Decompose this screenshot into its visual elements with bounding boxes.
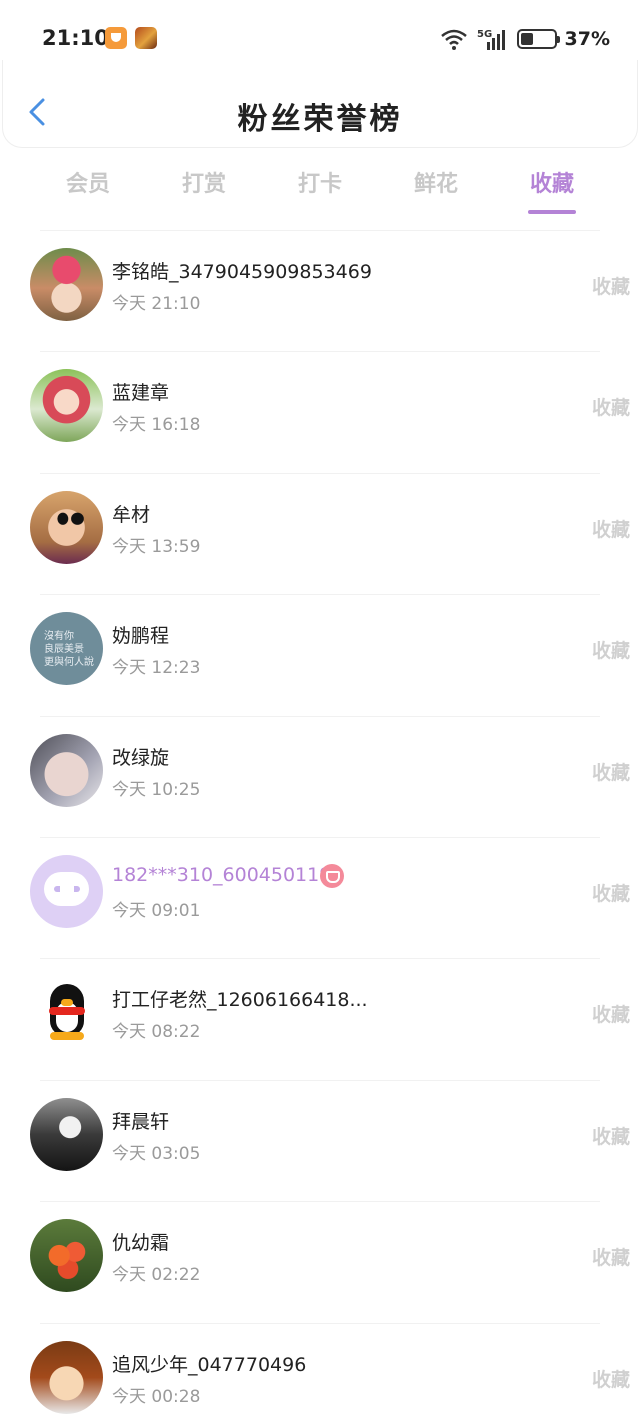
battery-icon bbox=[516, 29, 560, 49]
collect-label: 收藏 bbox=[591, 1247, 630, 1270]
chat-bubble-icon bbox=[54, 885, 80, 892]
list-item[interactable]: 牟材 今天 13:59 收藏 bbox=[30, 472, 630, 594]
vip-diamond-icon bbox=[320, 863, 344, 888]
avatar[interactable] bbox=[30, 248, 103, 321]
fan-date: 今天 08:22 bbox=[112, 1022, 201, 1043]
list-item[interactable]: 打工仔老然_12606166418... 今天 08:22 收藏 bbox=[30, 958, 630, 1079]
avatar[interactable] bbox=[30, 854, 103, 928]
wifi-icon bbox=[439, 27, 469, 51]
collect-label: 收藏 bbox=[591, 518, 630, 541]
collect-label: 收藏 bbox=[591, 640, 630, 663]
fan-date: 今天 02:22 bbox=[112, 1265, 201, 1286]
fan-date: 今天 21:10 bbox=[112, 294, 201, 314]
network-type-label: 5G bbox=[477, 29, 492, 40]
avatar[interactable] bbox=[30, 1097, 103, 1171]
tab-checkin[interactable]: 打卡 bbox=[262, 162, 378, 214]
cellular-signal-icon: 5G bbox=[477, 27, 509, 51]
fan-name: 妫鹏程 bbox=[112, 625, 170, 648]
avatar[interactable] bbox=[30, 733, 103, 807]
avatar[interactable] bbox=[30, 369, 103, 443]
fan-name: 蓝建章 bbox=[112, 382, 170, 405]
fan-date: 今天 09:01 bbox=[112, 900, 201, 921]
game-app-icon bbox=[135, 27, 157, 49]
avatar[interactable] bbox=[30, 976, 103, 1050]
fan-name: 拜晨轩 bbox=[112, 1110, 170, 1133]
collect-label: 收藏 bbox=[591, 397, 630, 420]
tab-flower[interactable]: 鲜花 bbox=[378, 162, 494, 214]
fan-date: 今天 03:05 bbox=[112, 1143, 201, 1164]
collect-label: 收藏 bbox=[591, 1368, 630, 1391]
list-item[interactable]: 拜晨轩 今天 03:05 收藏 bbox=[30, 1079, 630, 1201]
list-item[interactable]: 182***310_6004501192 今天 09:01 收藏 bbox=[30, 836, 630, 958]
fan-date: 今天 16:18 bbox=[112, 415, 201, 436]
avatar[interactable] bbox=[30, 1340, 103, 1414]
fan-name: 打工仔老然_12606166418... bbox=[112, 989, 368, 1012]
collect-label: 收藏 bbox=[591, 761, 630, 784]
status-indicators: 5G 37% bbox=[439, 24, 610, 54]
tab-collect[interactable]: 收藏 bbox=[494, 162, 610, 214]
fan-date: 今天 10:25 bbox=[112, 779, 201, 800]
fan-name: 牟材 bbox=[112, 503, 151, 526]
list-item[interactable]: 仇幼霜 今天 02:22 收藏 bbox=[30, 1201, 630, 1322]
list-item[interactable]: 蓝建章 今天 16:18 收藏 bbox=[30, 351, 630, 472]
collect-label: 收藏 bbox=[591, 1125, 630, 1148]
tab-reward[interactable]: 打赏 bbox=[146, 162, 262, 214]
list-item[interactable]: 沒有你 良辰美景 更與何人說 妫鹏程 今天 12:23 收藏 bbox=[30, 594, 630, 715]
fan-date: 今天 13:59 bbox=[112, 536, 201, 557]
battery-fill bbox=[520, 33, 533, 45]
avatar-text: 沒有你 良辰美景 更與何人說 bbox=[44, 631, 94, 669]
battery-percent: 37% bbox=[564, 28, 610, 50]
fan-date: 今天 12:23 bbox=[112, 658, 201, 679]
avatar[interactable]: 沒有你 良辰美景 更與何人說 bbox=[30, 612, 103, 686]
list-item[interactable]: 改绿旋 今天 10:25 收藏 bbox=[30, 715, 630, 837]
header-bar: 粉丝荣誉榜 bbox=[2, 60, 638, 148]
list-item[interactable]: 李铭皓_3479045909853469 今天 21:10 收藏 bbox=[30, 230, 630, 351]
collect-label: 收藏 bbox=[591, 1004, 630, 1027]
fan-name: 改绿旋 bbox=[112, 746, 170, 769]
list-item[interactable]: 追风少年_047770496 今天 00:28 收藏 bbox=[30, 1322, 630, 1421]
fan-date: 今天 00:28 bbox=[112, 1386, 201, 1407]
tab-bar: 会员 打赏 打卡 鲜花 收藏 bbox=[30, 162, 610, 214]
tab-member[interactable]: 会员 bbox=[30, 162, 146, 214]
calendar-app-icon bbox=[105, 27, 127, 49]
fan-name: 仇幼霜 bbox=[112, 1232, 170, 1255]
fan-list: 李铭皓_3479045909853469 今天 21:10 收藏 蓝建章 今天 … bbox=[0, 230, 640, 1421]
status-time: 21:10 bbox=[42, 26, 109, 50]
avatar[interactable] bbox=[30, 490, 103, 564]
fan-name: 李铭皓_3479045909853469 bbox=[112, 261, 372, 283]
fan-name: 182***310_6004501192 bbox=[112, 863, 344, 886]
collect-label: 收藏 bbox=[591, 882, 630, 905]
page-title: 粉丝荣誉榜 bbox=[237, 102, 403, 137]
avatar[interactable] bbox=[30, 1219, 103, 1293]
collect-label: 收藏 bbox=[591, 276, 630, 298]
fan-name: 追风少年_047770496 bbox=[112, 1353, 307, 1376]
